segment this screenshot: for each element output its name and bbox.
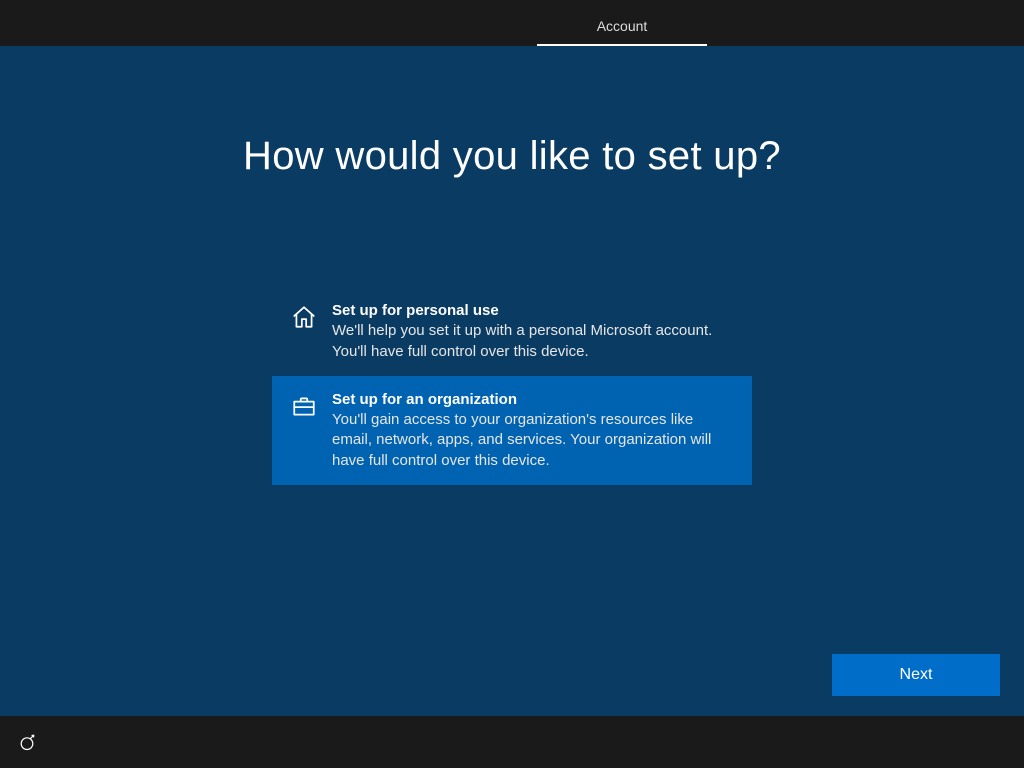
option-text: Set up for an organization You'll gain a… [332, 390, 734, 471]
tab-account[interactable]: Account [537, 6, 708, 46]
next-button[interactable]: Next [832, 654, 1000, 696]
option-text: Set up for personal use We'll help you s… [332, 301, 734, 362]
briefcase-icon [290, 392, 318, 420]
top-bar: Account [0, 0, 1024, 46]
home-icon [290, 303, 318, 331]
option-organization[interactable]: Set up for an organization You'll gain a… [272, 376, 752, 485]
option-title: Set up for an organization [332, 391, 517, 408]
main-area: How would you like to set up? Set up for… [0, 46, 1024, 716]
option-desc: We'll help you set it up with a personal… [332, 322, 712, 359]
option-desc: You'll gain access to your organization'… [332, 411, 711, 469]
bottom-bar [0, 716, 1024, 768]
setup-options: Set up for personal use We'll help you s… [272, 287, 752, 485]
ease-of-access-icon[interactable] [16, 731, 38, 753]
option-personal[interactable]: Set up for personal use We'll help you s… [272, 287, 752, 376]
page-title: How would you like to set up? [0, 46, 1024, 179]
option-title: Set up for personal use [332, 302, 499, 319]
